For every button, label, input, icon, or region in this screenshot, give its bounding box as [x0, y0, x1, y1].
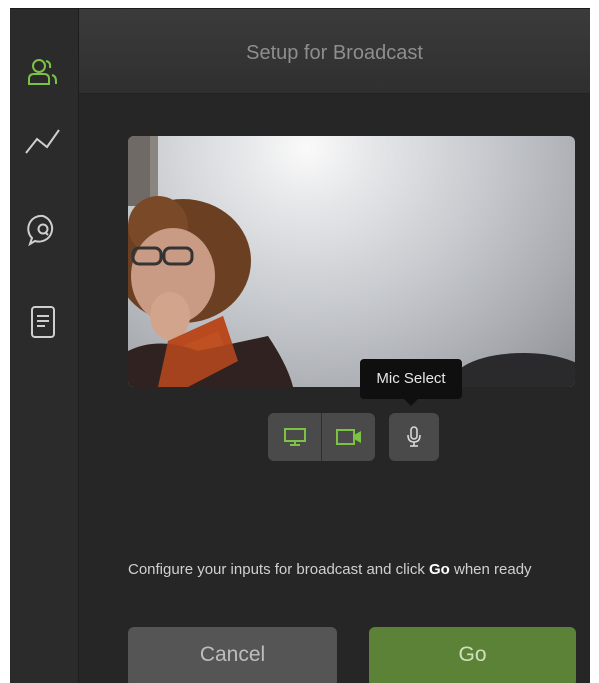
camera-icon — [335, 429, 361, 445]
people-icon — [28, 59, 57, 85]
qa-chat-icon — [27, 214, 54, 247]
camera-preview — [128, 136, 575, 387]
document-icon — [31, 306, 55, 338]
analytics-chart-icon — [25, 129, 60, 154]
header: Setup for Broadcast — [79, 9, 590, 94]
video-input-group — [268, 413, 375, 461]
microphone-icon — [407, 426, 421, 447]
camera-feed-image — [128, 136, 575, 387]
sidebar — [10, 9, 79, 683]
sidebar-item-qa[interactable] — [20, 207, 66, 253]
go-keyword: Go — [429, 561, 450, 578]
mic-select-tooltip: Mic Select — [360, 359, 462, 406]
cancel-button[interactable]: Cancel — [128, 627, 337, 683]
sidebar-item-people[interactable] — [20, 49, 66, 95]
screen-share-button[interactable] — [268, 413, 322, 461]
mic-select-button[interactable] — [389, 413, 439, 461]
go-button[interactable]: Go — [369, 627, 576, 683]
page-title: Setup for Broadcast — [246, 42, 423, 64]
sidebar-item-document[interactable] — [20, 299, 66, 345]
sidebar-item-analytics[interactable] — [20, 117, 66, 163]
screen-share-icon — [283, 428, 306, 446]
camera-button[interactable] — [322, 413, 375, 461]
instruction-text: Configure your inputs for broadcast and … — [128, 561, 532, 578]
broadcast-setup-window: Setup for Broadcast Mic Select Configure… — [10, 8, 590, 683]
main-panel: Setup for Broadcast Mic Select Configure… — [79, 9, 590, 683]
